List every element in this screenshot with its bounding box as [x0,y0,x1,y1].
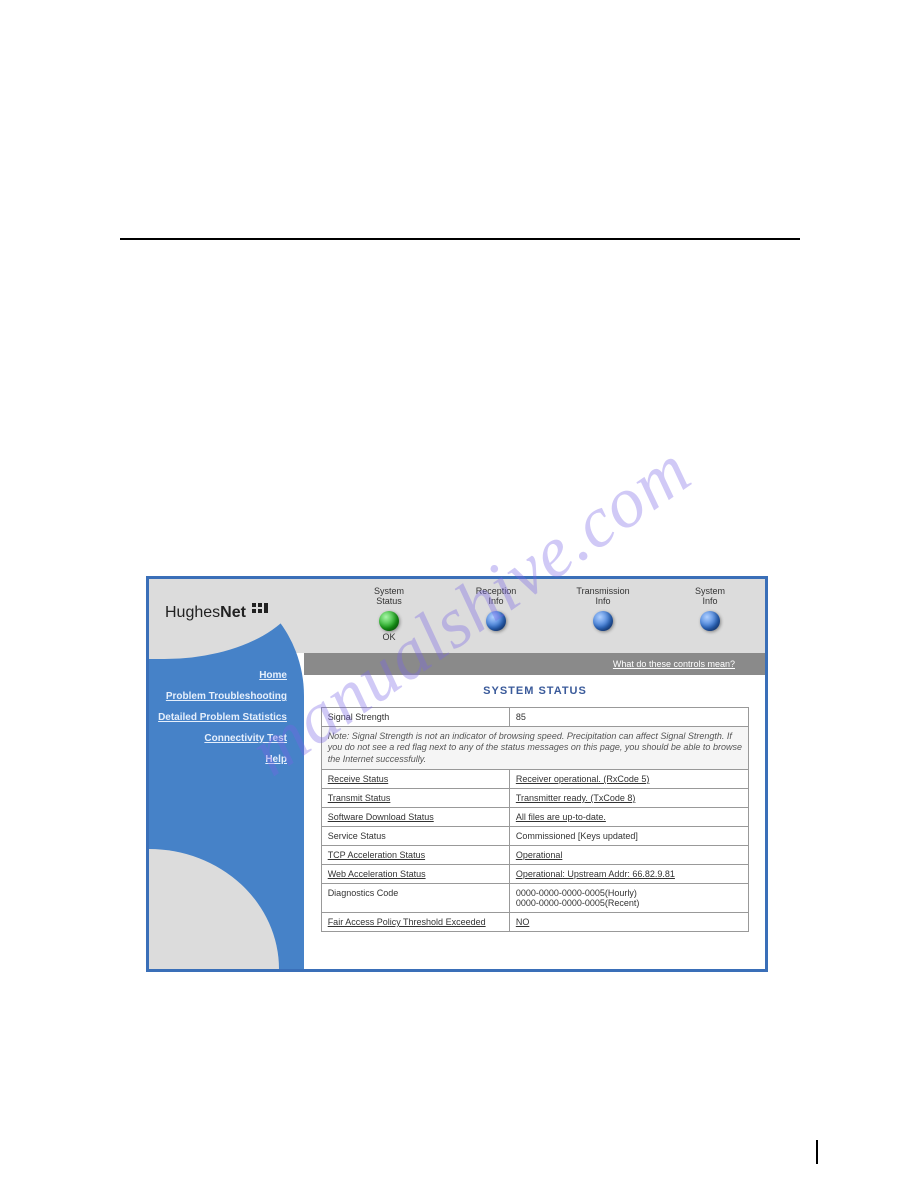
signal-strength-note-row: Note: Signal Strength is not an indicato… [321,727,749,770]
status-label-cell: Signal Strength [321,708,509,727]
main-content-panel: SYSTEM STATUS Signal Strength85Note: Sig… [307,675,763,967]
brand-name-2: Net [220,604,246,621]
orb-sublabel: OK [344,633,434,643]
info-orb-icon [593,611,613,631]
sidebar-item-statistics[interactable]: Detailed Problem Statistics [149,707,299,728]
status-value-link[interactable]: NO [516,917,530,927]
system-status-table: Signal Strength85Note: Signal Strength i… [321,707,750,932]
brand-squares-icon [252,603,266,617]
status-label-cell: Service Status [321,826,509,845]
table-row: Signal Strength85 [321,708,749,727]
nav-transmission-info[interactable]: Transmission Info [558,587,648,643]
status-value-link[interactable]: Operational [516,850,563,860]
brand-name-1: Hughes [165,604,220,621]
status-value-cell: NO [509,912,748,931]
table-row: Receive Status Receiver operational. (RxC… [321,769,749,788]
status-value-cell: 0000-0000-0000-0005(Hourly)0000-0000-000… [509,883,748,912]
orb-label-line2: Status [344,597,434,607]
sidebar-item-connectivity-test[interactable]: Connectivity Test [149,728,299,749]
status-orb-icon [379,611,399,631]
info-orb-icon [700,611,720,631]
status-label-link[interactable]: Software Download Status [328,812,434,822]
help-subbar: What do these controls mean? [304,653,765,675]
status-label-link[interactable]: Receive Status [328,774,389,784]
status-value-cell: Commissioned [Keys updated] [509,826,748,845]
status-label-link[interactable]: Fair Access Policy Threshold Exceeded [328,917,486,927]
page-footer-mark [816,1140,818,1164]
table-row: TCP Acceleration Status Operational [321,845,749,864]
status-value-link[interactable]: Receiver operational. (RxCode 5) [516,774,650,784]
sidebar-item-home[interactable]: Home [149,665,299,686]
status-label-cell: Fair Access Policy Threshold Exceeded [321,912,509,931]
header-nav-orbs: System Status OK Reception Info Transmis… [344,587,755,643]
status-label-link[interactable]: Transmit Status [328,793,391,803]
sidebar-background-swirl [149,579,304,969]
status-label-cell: Diagnostics Code [321,883,509,912]
signal-strength-note-text: Note: Signal Strength is not an indicato… [321,727,749,770]
table-row: Service StatusCommissioned [Keys updated… [321,826,749,845]
orb-label-line2: Info [558,597,648,607]
sidebar-item-help[interactable]: Help [149,749,299,770]
status-label-cell: Receive Status [321,769,509,788]
system-control-center-window: HughesNet System Status OK Reception Inf… [146,576,768,972]
nav-reception-info[interactable]: Reception Info [451,587,541,643]
status-label-cell: Software Download Status [321,807,509,826]
status-value-cell: Receiver operational. (RxCode 5) [509,769,748,788]
table-row: Fair Access Policy Threshold Exceeded NO [321,912,749,931]
nav-system-info[interactable]: System Info [665,587,755,643]
orb-label-line2: Info [665,597,755,607]
brand-logo: HughesNet [165,603,264,622]
status-label-link[interactable]: TCP Acceleration Status [328,850,425,860]
status-value-link[interactable]: Transmitter ready. (TxCode 8) [516,793,636,803]
info-orb-icon [486,611,506,631]
status-value-cell: Operational: Upstream Addr: 66.82.9.81 [509,864,748,883]
table-row: Diagnostics Code0000-0000-0000-0005(Hour… [321,883,749,912]
sidebar-nav: Home Problem Troubleshooting Detailed Pr… [149,665,299,770]
orb-label-line2: Info [451,597,541,607]
status-label-cell: TCP Acceleration Status [321,845,509,864]
status-value-link[interactable]: All files are up-to-date. [516,812,606,822]
table-row: Web Acceleration Status Operational: Upst… [321,864,749,883]
sidebar-item-troubleshooting[interactable]: Problem Troubleshooting [149,686,299,707]
status-value-cell: Transmitter ready. (TxCode 8) [509,788,748,807]
status-value-cell: 85 [509,708,748,727]
controls-help-link[interactable]: What do these controls mean? [613,659,735,669]
status-label-cell: Web Acceleration Status [321,864,509,883]
status-value-link[interactable]: Operational: Upstream Addr: 66.82.9.81 [516,869,675,879]
status-label-cell: Transmit Status [321,788,509,807]
panel-title: SYSTEM STATUS [307,685,763,697]
status-label-link[interactable]: Web Acceleration Status [328,869,426,879]
nav-system-status[interactable]: System Status OK [344,587,434,643]
table-row: Software Download Status All files are up… [321,807,749,826]
table-row: Transmit Status Transmitter ready. (TxCod… [321,788,749,807]
status-value-cell: All files are up-to-date. [509,807,748,826]
status-value-cell: Operational [509,845,748,864]
page-header-rule [120,238,800,240]
